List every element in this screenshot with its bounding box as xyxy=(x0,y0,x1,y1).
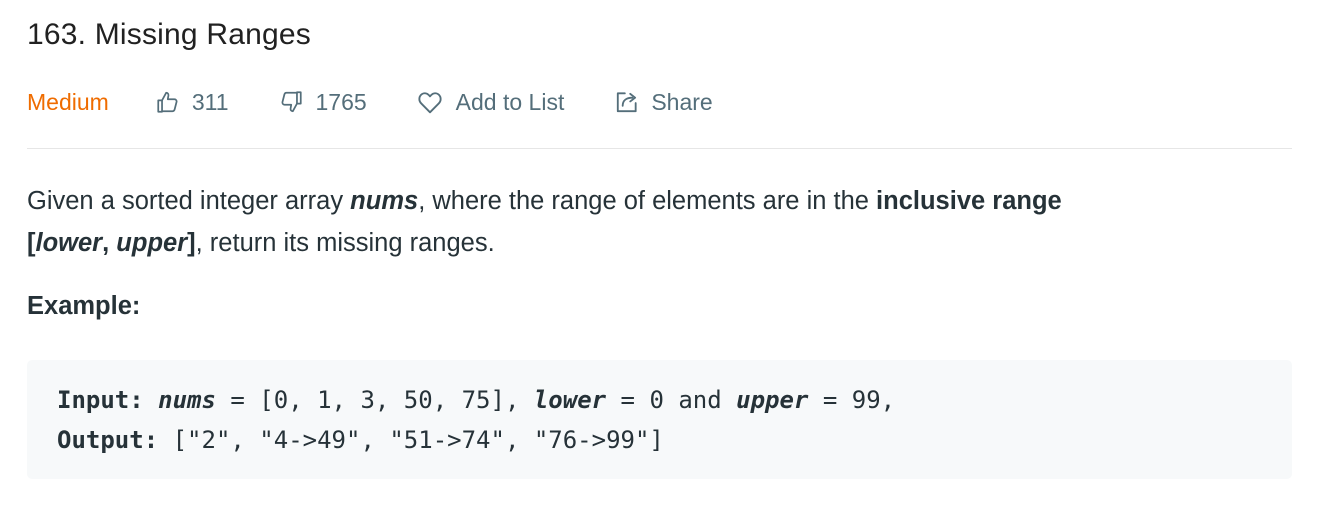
input-lower-value: = 0 and xyxy=(606,386,737,414)
statement-lower: lower xyxy=(35,229,103,257)
example-output-line: Output: ["2", "4->49", "51->74", "76->99… xyxy=(57,420,1262,460)
share-label: Share xyxy=(651,88,713,115)
dislike-button[interactable]: 1765 xyxy=(278,88,367,116)
statement-bracket: ] xyxy=(187,229,196,257)
problem-meta-row: Medium 311 1765 Add to List Share xyxy=(27,84,1292,120)
statement-upper: upper xyxy=(116,229,188,257)
heart-icon xyxy=(417,90,443,114)
statement-text: Given a sorted integer array xyxy=(27,187,351,215)
statement-inclusive-range: inclusive range xyxy=(876,187,1062,215)
add-to-list-label: Add to List xyxy=(455,88,565,115)
add-to-list-button[interactable]: Add to List xyxy=(417,88,565,116)
like-button[interactable]: 311 xyxy=(155,88,229,116)
example-input-line: Input: nums = [0, 1, 3, 50, 75], lower =… xyxy=(57,380,1262,420)
input-label: Input: xyxy=(57,386,144,414)
statement-bracket: [ xyxy=(27,229,36,257)
input-nums-var: nums xyxy=(158,386,216,414)
share-button[interactable]: Share xyxy=(614,88,713,116)
header-divider xyxy=(27,148,1292,149)
example-code-block: Input: nums = [0, 1, 3, 50, 75], lower =… xyxy=(27,360,1292,479)
share-icon xyxy=(614,89,640,115)
problem-statement: Given a sorted integer array nums, where… xyxy=(27,180,1267,264)
output-label: Output: xyxy=(57,426,159,454)
dislike-count: 1765 xyxy=(315,88,367,115)
statement-text: , return its missing ranges. xyxy=(195,229,495,257)
output-value: ["2", "4->49", "51->74", "76->99"] xyxy=(158,426,664,454)
thumbs-up-icon xyxy=(155,89,181,115)
difficulty-label: Medium xyxy=(27,88,109,115)
thumbs-down-icon xyxy=(278,89,304,115)
statement-nums: nums xyxy=(350,187,419,215)
input-upper-value: = 99, xyxy=(808,386,896,414)
problem-title: 163. Missing Ranges xyxy=(27,18,311,51)
input-upper-var: upper xyxy=(736,386,809,414)
statement-text: , where the range of elements are in the xyxy=(418,187,877,215)
example-heading: Example: xyxy=(27,292,141,320)
input-nums-value: = [0, 1, 3, 50, 75], xyxy=(215,386,534,414)
input-lower-var: lower xyxy=(533,386,607,414)
like-count: 311 xyxy=(191,88,229,115)
